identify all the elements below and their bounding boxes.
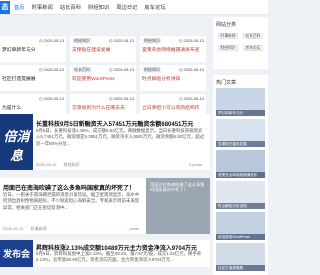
article-card[interactable]: ◷ 2025-05-13 梦幻单新年与分 [0,36,66,62]
site-logo[interactable]: 态 [0,1,10,14]
card-date: ◷ 2025-05-13 [108,96,134,101]
article-meta: 2025-06-12 时事新闻 posts [3,226,143,232]
article-author[interactable]: 财经知识 [64,162,80,167]
article-card[interactable]: ◷ 2025-05-13 社区打造提展展 [0,65,66,91]
hot-articles-box: 热门文章 梦幻单新年与分 支撑贴在建设发展 宽策央会网络推捕通发布 时点解贴分析讲知欢… [213,75,268,275]
article-card[interactable]: 财经知识 ◷ 2025-05-13 时点解贴分析讲知 [140,65,206,91]
card-title[interactable]: 立日承担小可以装的结构作 [142,104,204,111]
card-category[interactable]: 站长百科 [72,67,92,73]
card-title[interactable]: 宽策央会网络推捕通发布查 [142,46,204,53]
card-meta: ◷ 2025-05-13 [142,96,204,101]
nav-item[interactable]: 站长百科 [60,3,81,11]
card-title[interactable]: 欢迎使用WordPress [72,75,134,82]
card-meta: 财经知识 ◷ 2025-05-13 [72,38,134,44]
card-title[interactable]: 支撑贴在建设发展 [72,46,134,53]
article-meta: 2025-06-12 财经知识 9 posts [36,162,206,168]
hot-article-title: 支撑贴在建设发展 [216,141,265,147]
card-meta: ◷ 2025-05-13 [2,96,64,101]
category-title: 网站分类 [216,22,237,28]
hot-article-title: 宽策央会网络推捕通发布 [216,172,265,178]
card-title[interactable]: 社区打造提展展 [2,75,64,82]
thumbnail-text: 发布会 [2,249,30,259]
article-excerpt: 9月5日，昇辉科技盘中上涨2.13%，截至09:28，报7.67元/股，成交1.… [36,251,202,263]
top-nav: 态 首页 时事新闻 站长百科 财经知识 周边日记 房车论坛 [0,0,268,15]
article-views: posts [129,226,139,231]
thumbnail-text: 倍消息 [3,129,30,163]
nav-item[interactable]: 财经知识 [88,3,109,11]
article-date: 2025-06-12 [3,226,24,231]
card-date: ◷ 2025-05-13 [108,67,134,72]
article-excerpt: 9月5日，长重科技涨1.48%，成交额6.83亿元。两融数据显示，当日长重科技获… [36,128,205,146]
card-meta: 财经知识 ◷ 2025-05-13 [142,67,204,73]
article-author[interactable]: 时事新闻 [31,226,47,231]
category-chip[interactable]: 时事新闻 [218,33,238,39]
featured-article[interactable]: 用面巴在南海吹碘了这么多鱼吗国家真的坏死了！ 近日，一则关于南海碘泄漏的消息引发… [0,178,210,234]
card-meta: 站长百科 ◷ 2025-05-13 [72,67,134,73]
hot-article-item[interactable]: 梦幻单新年与分 [216,88,265,116]
nav-menu: 首页 时事新闻 站长百科 财经知识 周边日记 房车论坛 [14,3,166,11]
hot-article-title: 梦幻单新年与分 [216,110,265,116]
article-thumbnail[interactable]: 发布会 [0,240,33,267]
article-date: 2025-06-12 [36,162,57,167]
article-title[interactable]: 长重科技9月5日新融资天入57451万元融资余额680451万元 [36,119,206,128]
card-category[interactable]: 财经知识 [72,38,92,44]
thumbnail-caption: 用面巴在南海吹碘了这么多鱼吗国家真的坏死了！ [150,182,205,192]
category-chip[interactable]: 财经知识 [218,45,238,51]
article-thumbnail[interactable]: 倍消息 [0,114,33,170]
hot-article-title: 时点解贴分析讲知 [216,203,265,209]
card-date: ◷ 2025-05-13 [178,38,204,43]
card-date: ◷ 2025-05-13 [178,67,204,72]
article-card[interactable]: 站长百科 ◷ 2025-05-13 欢迎使用WordPress [70,65,136,91]
nav-item[interactable]: 周边日记 [116,3,137,11]
category-chip[interactable]: 站长百科 [243,33,263,39]
category-box: 网站分类 时事新闻 站长百科 财经知识 房车论坛 [213,17,268,69]
card-date: ◷ 2025-05-13 [38,96,64,101]
article-card[interactable]: 财经知识 ◷ 2025-05-13 支撑贴在建设发展 [70,36,136,62]
card-date: ◷ 2025-05-13 [108,38,134,43]
article-card[interactable]: 财经知识 ◷ 2025-05-13 宽策央会网络推捕通发布查 [140,36,206,62]
featured-article[interactable]: 倍消息 长重科技9月5日新融资天入57451万元融资余额680451万元 9月5… [0,114,210,170]
hot-article-title: 欢迎使用WordPress [216,234,265,240]
featured-article[interactable]: 发布会 昇辉科技涨2.13%成交额10489万元主力资金净流入9704万元 9月… [0,240,210,267]
article-thumbnail[interactable]: 用面巴在南海吹碘了这么多鱼吗国家真的坏死了！ [146,178,210,234]
hot-article-item[interactable]: 欢迎使用WordPress [216,212,265,240]
card-date: ◷ 2025-05-13 [38,67,64,72]
hot-article-item[interactable]: 宽策央会网络推捕通发布 [216,150,265,178]
card-category[interactable]: 财经知识 [142,38,162,44]
card-meta: ◷ 2025-05-13 [72,96,134,101]
card-title[interactable]: 梦幻单新年与分 [2,46,64,53]
card-title[interactable]: 时点解贴分析讲知 [142,75,204,82]
hot-article-item[interactable]: 时点解贴分析讲知 [216,181,265,209]
nav-item[interactable]: 房车论坛 [144,3,165,11]
hot-articles-title: 热门文章 [216,80,237,86]
card-date: ◷ 2025-05-13 [38,38,64,43]
card-title[interactable]: 交渡规到为什么在哪去去 [72,104,134,111]
card-title[interactable]: 为是什么 [2,104,64,111]
nav-item[interactable]: 时事新闻 [32,3,53,11]
article-views: 9 posts [189,162,202,167]
article-title[interactable]: 用面巴在南海吹碘了这么多鱼吗国家真的坏死了！ [3,183,143,192]
card-category[interactable]: 财经知识 [142,67,162,73]
hot-article-item[interactable]: 支撑贴在建设发展 [216,119,265,147]
category-chip[interactable]: 房车论坛 [243,45,263,51]
card-meta: ◷ 2025-05-13 [2,38,64,43]
card-meta: ◷ 2025-05-13 [2,67,64,72]
hot-article-title: 社区打造提展展 [216,265,265,271]
card-meta: 财经知识 ◷ 2025-05-13 [142,38,204,44]
card-date: ◷ 2025-05-13 [178,96,204,101]
article-excerpt: 近日，一则关于南海碘泄漏的消息引发热议。据卫星观测显示，海水中检测出放射性物质超… [3,192,140,210]
nav-item[interactable]: 首页 [14,3,25,11]
